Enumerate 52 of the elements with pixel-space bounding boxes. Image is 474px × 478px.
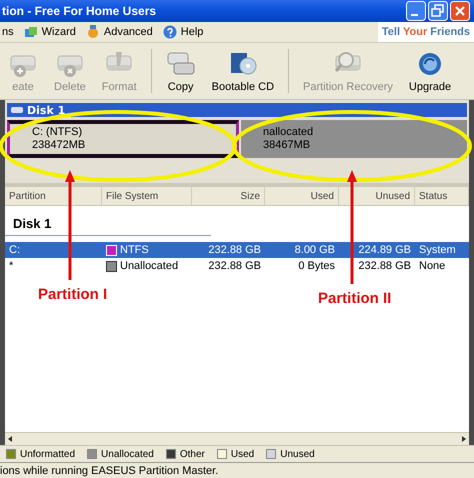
column-header[interactable]: Used (265, 187, 339, 205)
table-cell-text: C: (8, 243, 21, 258)
legend-label: Unformatted (20, 448, 76, 460)
partition-size: 238472MB (32, 139, 86, 152)
partition-size: 38467MB (263, 139, 312, 152)
legend-label: Used (230, 448, 254, 460)
tell-friends-link[interactable]: Tell Your Friends (378, 22, 474, 42)
legend-label: Other (180, 448, 205, 460)
wizard-icon (24, 25, 38, 39)
medal-icon (86, 25, 100, 39)
toolbar-button[interactable]: Bootable CD (204, 50, 282, 93)
table-cell-text: 232.88 GB (357, 259, 412, 274)
table-cell-text: 232.88 GB (207, 259, 262, 274)
table-cell-text: 224.89 GB (357, 243, 412, 258)
table-cell-text: System (418, 243, 457, 258)
table-row[interactable]: C: NTFS 232.88 GB 8.00 GB 224.89 GB System (5, 242, 469, 258)
table-cell-text: 0 Bytes (297, 259, 336, 274)
column-header[interactable]: Unused (339, 187, 415, 205)
table-cell-text: * (8, 259, 14, 274)
status-text: ions while running EASEUS Partition Master. (0, 464, 218, 476)
close-button[interactable] (450, 1, 470, 21)
column-header[interactable]: File System (102, 187, 192, 205)
partition-name: nallocated (263, 126, 314, 139)
menu-item[interactable]: Wizard (42, 26, 76, 38)
toolbar-button[interactable]: Upgrade (400, 50, 460, 93)
table-cell: Unallocated (120, 260, 178, 272)
menu-item[interactable]: Advanced (104, 26, 153, 38)
table-cell-text: 232.88 GB (207, 243, 262, 258)
group-header: Disk 1 (5, 206, 211, 236)
table-cell-text: 8.00 GB (294, 243, 336, 258)
legend-label: Unused (280, 448, 315, 460)
help-icon (162, 25, 177, 39)
column-header[interactable]: Partition (5, 187, 102, 205)
partition-name: C: (NTFS) (32, 126, 84, 139)
partition-block[interactable]: nallocated 38467MB (241, 120, 467, 158)
table-cell: NTFS (120, 244, 149, 256)
column-header[interactable]: Status (415, 187, 469, 205)
toolbar-button[interactable]: Copy (158, 50, 204, 93)
table-row[interactable]: * Unallocated 232.88 GB 0 Bytes 232.88 GB None (5, 258, 469, 274)
restore-button[interactable] (428, 1, 448, 21)
table-cell-text: None (418, 259, 446, 274)
menu-item[interactable]: Help (180, 26, 204, 38)
menu-item[interactable]: ns (2, 26, 14, 38)
annotation-label: Partition I (38, 286, 108, 303)
legend-label: Unallocated (101, 448, 154, 460)
minimize-button[interactable] (406, 1, 426, 21)
partition-block[interactable]: C: (NTFS) 238472MB (7, 120, 239, 158)
column-header[interactable]: Size (192, 187, 265, 205)
window-title: tion - Free For Home Users (2, 4, 156, 18)
horizontal-scrollbar[interactable] (5, 432, 469, 445)
disk-title: Disk 1 (27, 104, 66, 116)
annotation-label: Partition II (318, 290, 392, 307)
